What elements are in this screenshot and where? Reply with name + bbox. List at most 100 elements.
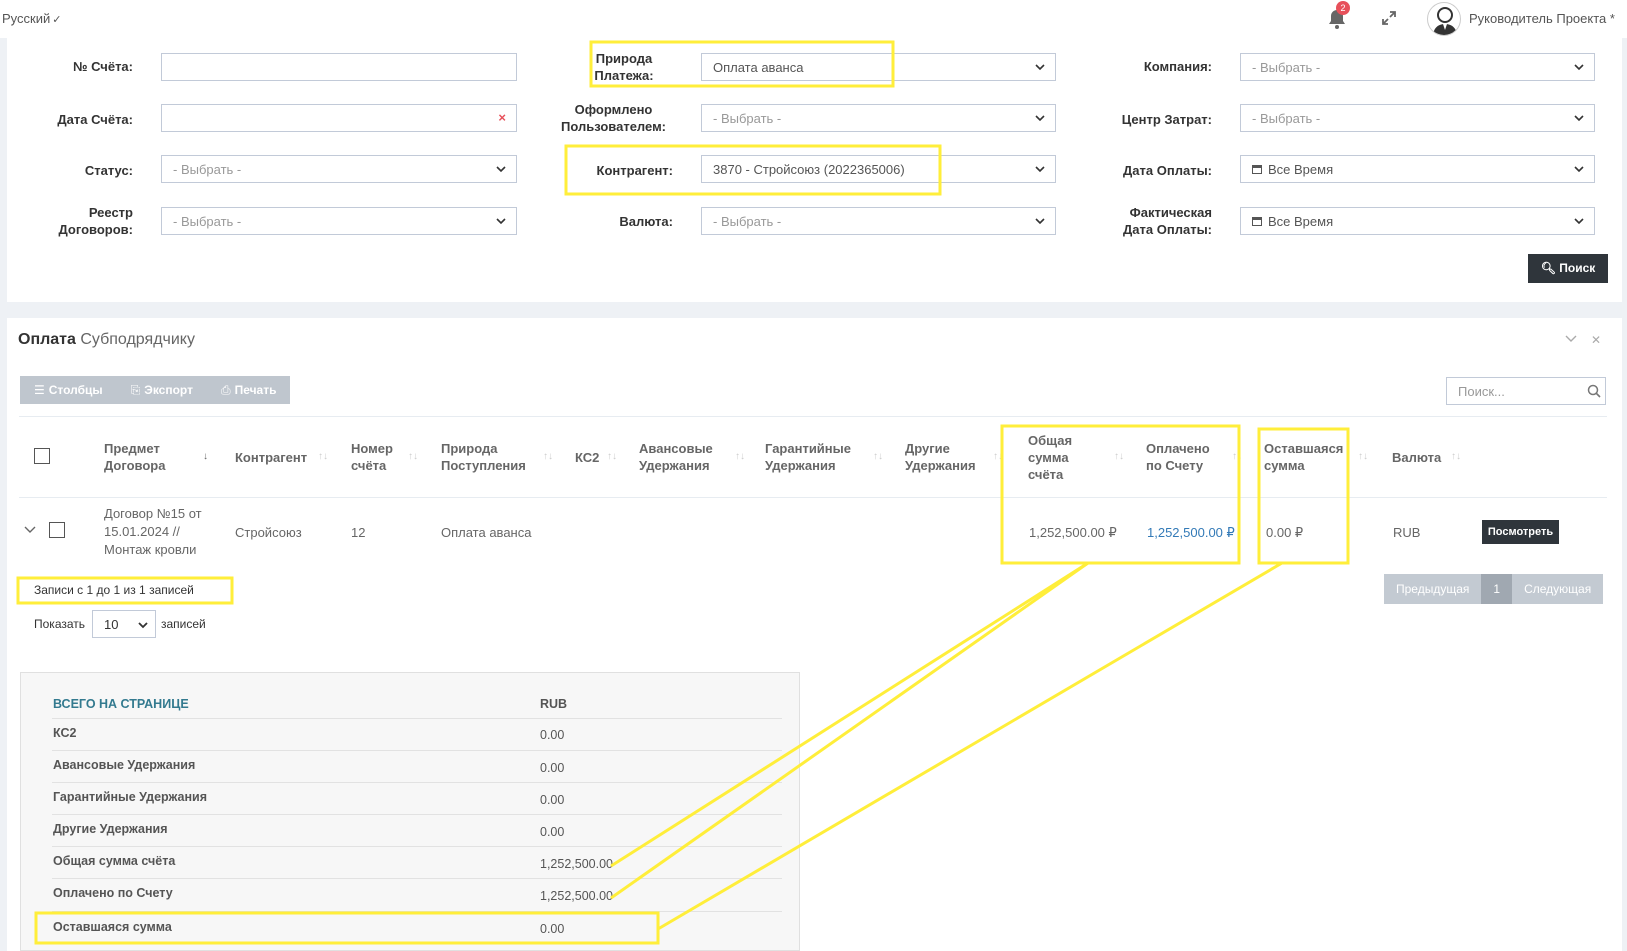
close-icon[interactable]: ✕ [1591,333,1601,347]
cell-total: 1,252,500.00 ₽ [1029,525,1117,540]
fullscreen-icon[interactable] [1381,10,1397,26]
column-header-paid-line2: по Счету [1146,458,1204,473]
counterparty-label: Контрагент: [596,163,673,178]
sort-icon[interactable]: ↑↓ [607,451,617,462]
sort-icon[interactable]: ↑↓ [543,451,553,462]
sort-desc-icon[interactable]: ↓ [203,451,208,462]
created-by-select[interactable]: - Выбрать - [701,104,1056,132]
column-header-number[interactable]: Номер счёта [351,440,393,474]
export-label: Экспорт [144,383,193,397]
table-divider [19,497,1607,498]
calendar-icon [1252,165,1262,174]
cost-center-select[interactable]: - Выбрать - [1240,104,1595,132]
chevron-down-icon [1574,218,1584,225]
column-header-subject-line1: Предмет [104,441,160,456]
cell-counterparty: Стройсоюз [235,525,302,540]
calendar-icon [1252,217,1262,226]
page-size-value: 10 [104,617,119,632]
cost-center-value: - Выбрать - [1252,111,1321,126]
column-header-ks2[interactable]: КС2 [575,449,599,466]
search-icon: 🔍︎ [1540,261,1556,275]
view-button[interactable]: Посмотреть [1482,520,1559,544]
actual-payment-date-label-line1: Фактическая [1129,205,1212,220]
records-info: Записи с 1 до 1 из 1 записей [34,583,194,597]
sort-icon[interactable]: ↑↓ [735,451,745,462]
divider [52,718,782,719]
columns-button[interactable]: ☰ Столбцы [20,376,117,404]
cell-paid[interactable]: 1,252,500.00 ₽ [1147,524,1235,542]
sort-icon[interactable]: ↑↓ [1114,451,1124,462]
contract-registry-label-line1: Реестр [88,205,133,220]
totals-value-ks2: 0.00 [540,728,565,742]
print-button[interactable]: ⎙ Печать [207,376,291,404]
currency-value: - Выбрать - [713,214,782,229]
page-size-select[interactable]: 10 [92,610,156,638]
sort-icon[interactable]: ↑↓ [318,451,328,462]
search-button[interactable]: 🔍︎ Поиск [1528,254,1608,283]
totals-label-remaining: Оставшаяся сумма [53,920,172,934]
counterparty-select[interactable]: 3870 - Стройсоюз (2022365006) [701,155,1056,183]
pager-page-1[interactable]: 1 [1481,574,1513,604]
column-header-total[interactable]: Общая сумма счёта [1028,432,1072,483]
payment-nature-select[interactable]: Оплата аванса [701,53,1056,81]
column-header-number-line2: счёта [351,458,387,473]
column-header-paid[interactable]: Оплачено по Счету [1146,440,1210,474]
chevron-down-icon [496,166,506,173]
pager-next[interactable]: Следующая [1512,574,1604,604]
totals-label-guarantee: Гарантийные Удержания [53,790,207,804]
invoice-no-label: № Счёта: [72,59,133,74]
avatar[interactable] [1427,2,1461,36]
chevron-down-icon [1035,115,1045,122]
column-header-counterparty[interactable]: Контрагент [235,449,307,466]
column-header-remaining[interactable]: Оставшаяся сумма [1264,440,1343,474]
payment-nature-label-line1: Природа [595,51,653,66]
clear-date-icon[interactable]: × [498,110,506,125]
language-selector[interactable]: Русский ✓ [2,11,61,26]
column-header-subject[interactable]: Предмет Договора [104,440,165,474]
sort-icon[interactable]: ↑↓ [993,451,1003,462]
sort-icon[interactable]: ↑↓ [1358,451,1368,462]
chevron-down-icon[interactable] [24,525,36,535]
column-header-nature[interactable]: Природа Поступления [441,440,526,474]
panel-title-rest: Субподрядчику [80,331,195,348]
payment-date-value: Все Время [1268,162,1334,177]
pager-prev[interactable]: Предыдущая [1384,574,1482,604]
notification-badge: 2 [1336,1,1350,15]
export-button[interactable]: ⎘ Экспорт [117,376,207,404]
payment-nature-label-line2: Платежа: [594,68,654,83]
column-header-advance[interactable]: Авансовые Удержания [639,440,713,474]
company-select[interactable]: - Выбрать - [1240,53,1595,81]
sort-icon[interactable]: ↑↓ [408,451,418,462]
row-checkbox[interactable] [49,522,65,538]
table-search-input[interactable]: Поиск... [1446,377,1606,405]
cell-number: 12 [351,525,366,540]
column-header-currency[interactable]: Валюта [1392,449,1441,466]
column-header-guarantee[interactable]: Гарантийные Удержания [765,440,851,474]
sort-icon[interactable]: ↑↓ [1232,451,1242,462]
search-button-label: Поиск [1559,261,1596,275]
invoice-no-input[interactable] [161,53,517,81]
contract-registry-label: Реестр Договоров: [30,204,133,238]
contract-registry-select[interactable]: - Выбрать - [161,207,517,235]
column-header-total-line3: счёта [1028,467,1064,482]
totals-label-other: Другие Удержания [53,822,168,836]
actual-payment-date-picker[interactable]: Все Время [1240,207,1595,235]
currency-select[interactable]: - Выбрать - [701,207,1056,235]
divider [52,814,782,815]
column-header-other[interactable]: Другие Удержания [905,440,976,474]
company-value: - Выбрать - [1252,60,1321,75]
print-icon: ⎙ [220,383,231,397]
payment-date-picker[interactable]: Все Время [1240,155,1595,183]
column-header-number-line1: Номер [351,441,393,456]
sort-icon[interactable]: ↑↓ [873,451,883,462]
select-all-checkbox[interactable] [34,448,50,464]
status-select[interactable]: - Выбрать - [161,155,517,183]
invoice-date-input[interactable]: × [161,104,517,132]
sort-icon[interactable]: ↑↓ [1451,451,1461,462]
user-name[interactable]: Руководитель Проекта * [1469,11,1615,26]
totals-header-label: ВСЕГО НА СТРАНИЦЕ [53,697,189,711]
column-header-advance-line2: Удержания [639,458,710,473]
column-header-guarantee-line2: Удержания [765,458,836,473]
totals-value-advance: 0.00 [540,761,565,775]
chevron-down-icon[interactable] [1565,334,1577,344]
